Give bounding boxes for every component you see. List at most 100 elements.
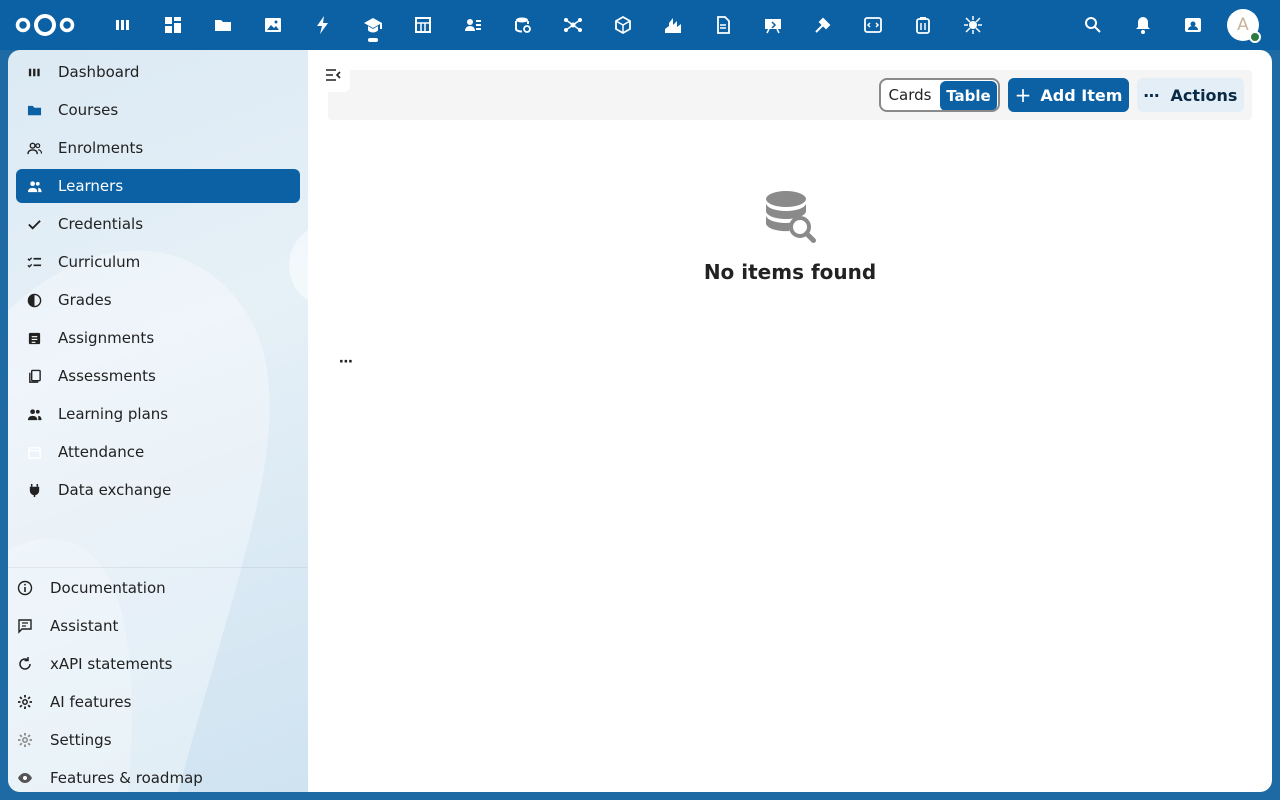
main-nav: Dashboard Courses Enrolments Learners Cr… [16,55,300,511]
eye-icon [16,769,34,787]
checklist-icon [26,254,42,270]
more-options-button[interactable]: ⋯ [334,350,358,374]
app-content: Cards Table + Add Item ⋯ Actions No item… [308,50,1272,792]
sidebar-item-label: Settings [50,731,112,749]
copy-icon [26,368,42,384]
database-app-icon[interactable] [498,0,548,50]
chat-icon [16,617,34,635]
document-app-icon[interactable] [698,0,748,50]
actions-label: Actions [1170,85,1238,105]
sidebar-item-credentials[interactable]: Credentials [16,207,300,241]
app-menu [98,0,998,50]
bug-app-icon[interactable] [948,0,998,50]
refresh-icon [16,655,34,673]
sidebar-item-label: Credentials [58,215,144,233]
education-app-icon[interactable] [348,0,398,50]
sidebar-item-xapi-statements[interactable]: xAPI statements [8,645,308,683]
view-switcher: Cards Table [879,78,1000,112]
app-navigation: Dashboard Courses Enrolments Learners Cr… [8,50,308,792]
sidebar-item-label: Learners [58,177,124,195]
empty-state-title: No items found [703,260,877,284]
sidebar-item-assessments[interactable]: Assessments [16,359,300,393]
users-icon [26,140,42,156]
sidebar-item-ai-features[interactable]: AI features [8,683,308,721]
search-icon[interactable] [1068,0,1118,50]
add-item-button[interactable]: + Add Item [1008,78,1129,112]
sidebar-item-label: xAPI statements [50,655,173,673]
users-icon [26,178,42,194]
sidebar-footer: Documentation Assistant xAPI statements … [8,567,308,792]
view-table-button[interactable]: Table [939,81,997,110]
user-avatar[interactable]: A [1227,9,1261,43]
actions-button[interactable]: ⋯ Actions [1137,78,1244,112]
sidebar-item-label: Curriculum [58,253,141,271]
calendar-icon [26,444,42,460]
plus-icon: + [1014,83,1032,107]
menu-collapse-icon [326,69,341,81]
sidebar-item-label: Assistant [50,617,119,635]
dashboard-icon [26,64,42,80]
sidebar-item-enrolments[interactable]: Enrolments [16,131,300,165]
toggle-navigation-button[interactable] [316,58,350,92]
sidebar-item-attendance[interactable]: Attendance [16,435,300,469]
toolbar: Cards Table + Add Item ⋯ Actions [328,70,1252,120]
settings-icon [16,731,34,749]
dashboard-app-icon[interactable] [98,0,148,50]
sidebar-item-label: Documentation [50,579,166,597]
sidebar-item-assistant[interactable]: Assistant [8,607,308,645]
sidebar-item-label: Data exchange [58,481,172,499]
sidebar-item-label: Assessments [58,367,156,385]
sidebar-item-label: Courses [58,101,119,119]
users-icon [26,406,42,422]
check-icon [26,216,42,232]
note-icon [26,330,42,346]
contacts-icon[interactable] [1168,0,1218,50]
grid-app-icon[interactable] [148,0,198,50]
folder-icon [26,102,42,118]
archive-app-icon[interactable] [898,0,948,50]
tools-app-icon[interactable] [798,0,848,50]
info-icon [16,579,34,597]
empty-state: No items found [308,190,1272,284]
cube-app-icon[interactable] [598,0,648,50]
add-item-label: Add Item [1040,85,1123,105]
sidebar-item-label: Assignments [58,329,155,347]
sidebar-item-label: Learning plans [58,405,169,423]
sidebar-item-settings[interactable]: Settings [8,721,308,759]
tables-app-icon[interactable] [398,0,448,50]
sidebar-item-label: AI features [50,693,132,711]
view-cards-button[interactable]: Cards [881,80,939,110]
sidebar-item-label: Attendance [58,443,145,461]
sidebar-item-features-roadmap[interactable]: Features & roadmap [8,759,308,792]
sidebar-item-grades[interactable]: Grades [16,283,300,317]
contrast-icon [26,292,42,308]
sidebar-item-label: Enrolments [58,139,144,157]
sidebar-item-learners[interactable]: Learners [16,169,300,203]
sidebar-item-learning-plans[interactable]: Learning plans [16,397,300,431]
database-search-icon [766,191,816,243]
plug-icon [26,482,42,498]
code-app-icon[interactable] [848,0,898,50]
photos-app-icon[interactable] [248,0,298,50]
sidebar-item-curriculum[interactable]: Curriculum [16,245,300,279]
contacts-list-app-icon[interactable] [448,0,498,50]
notifications-bell-icon[interactable] [1118,0,1168,50]
sidebar-item-label: Features & roadmap [50,769,203,787]
avatar-letter: A [1237,15,1249,35]
sidebar-item-courses[interactable]: Courses [16,93,300,127]
activity-app-icon[interactable] [298,0,348,50]
top-header: A [0,0,1280,50]
sidebar-item-data-exchange[interactable]: Data exchange [16,473,300,507]
whiteboard-app-icon[interactable] [748,0,798,50]
gear-icon [16,693,34,711]
sidebar-item-label: Grades [58,291,112,309]
header-right: A [1068,0,1280,50]
files-app-icon[interactable] [198,0,248,50]
network-app-icon[interactable] [548,0,598,50]
sidebar-item-dashboard[interactable]: Dashboard [16,55,300,89]
sidebar-item-assignments[interactable]: Assignments [16,321,300,355]
chart-app-icon[interactable] [648,0,698,50]
online-status-badge [1249,31,1261,43]
nextcloud-logo[interactable] [14,12,76,38]
sidebar-item-documentation[interactable]: Documentation [8,569,308,607]
